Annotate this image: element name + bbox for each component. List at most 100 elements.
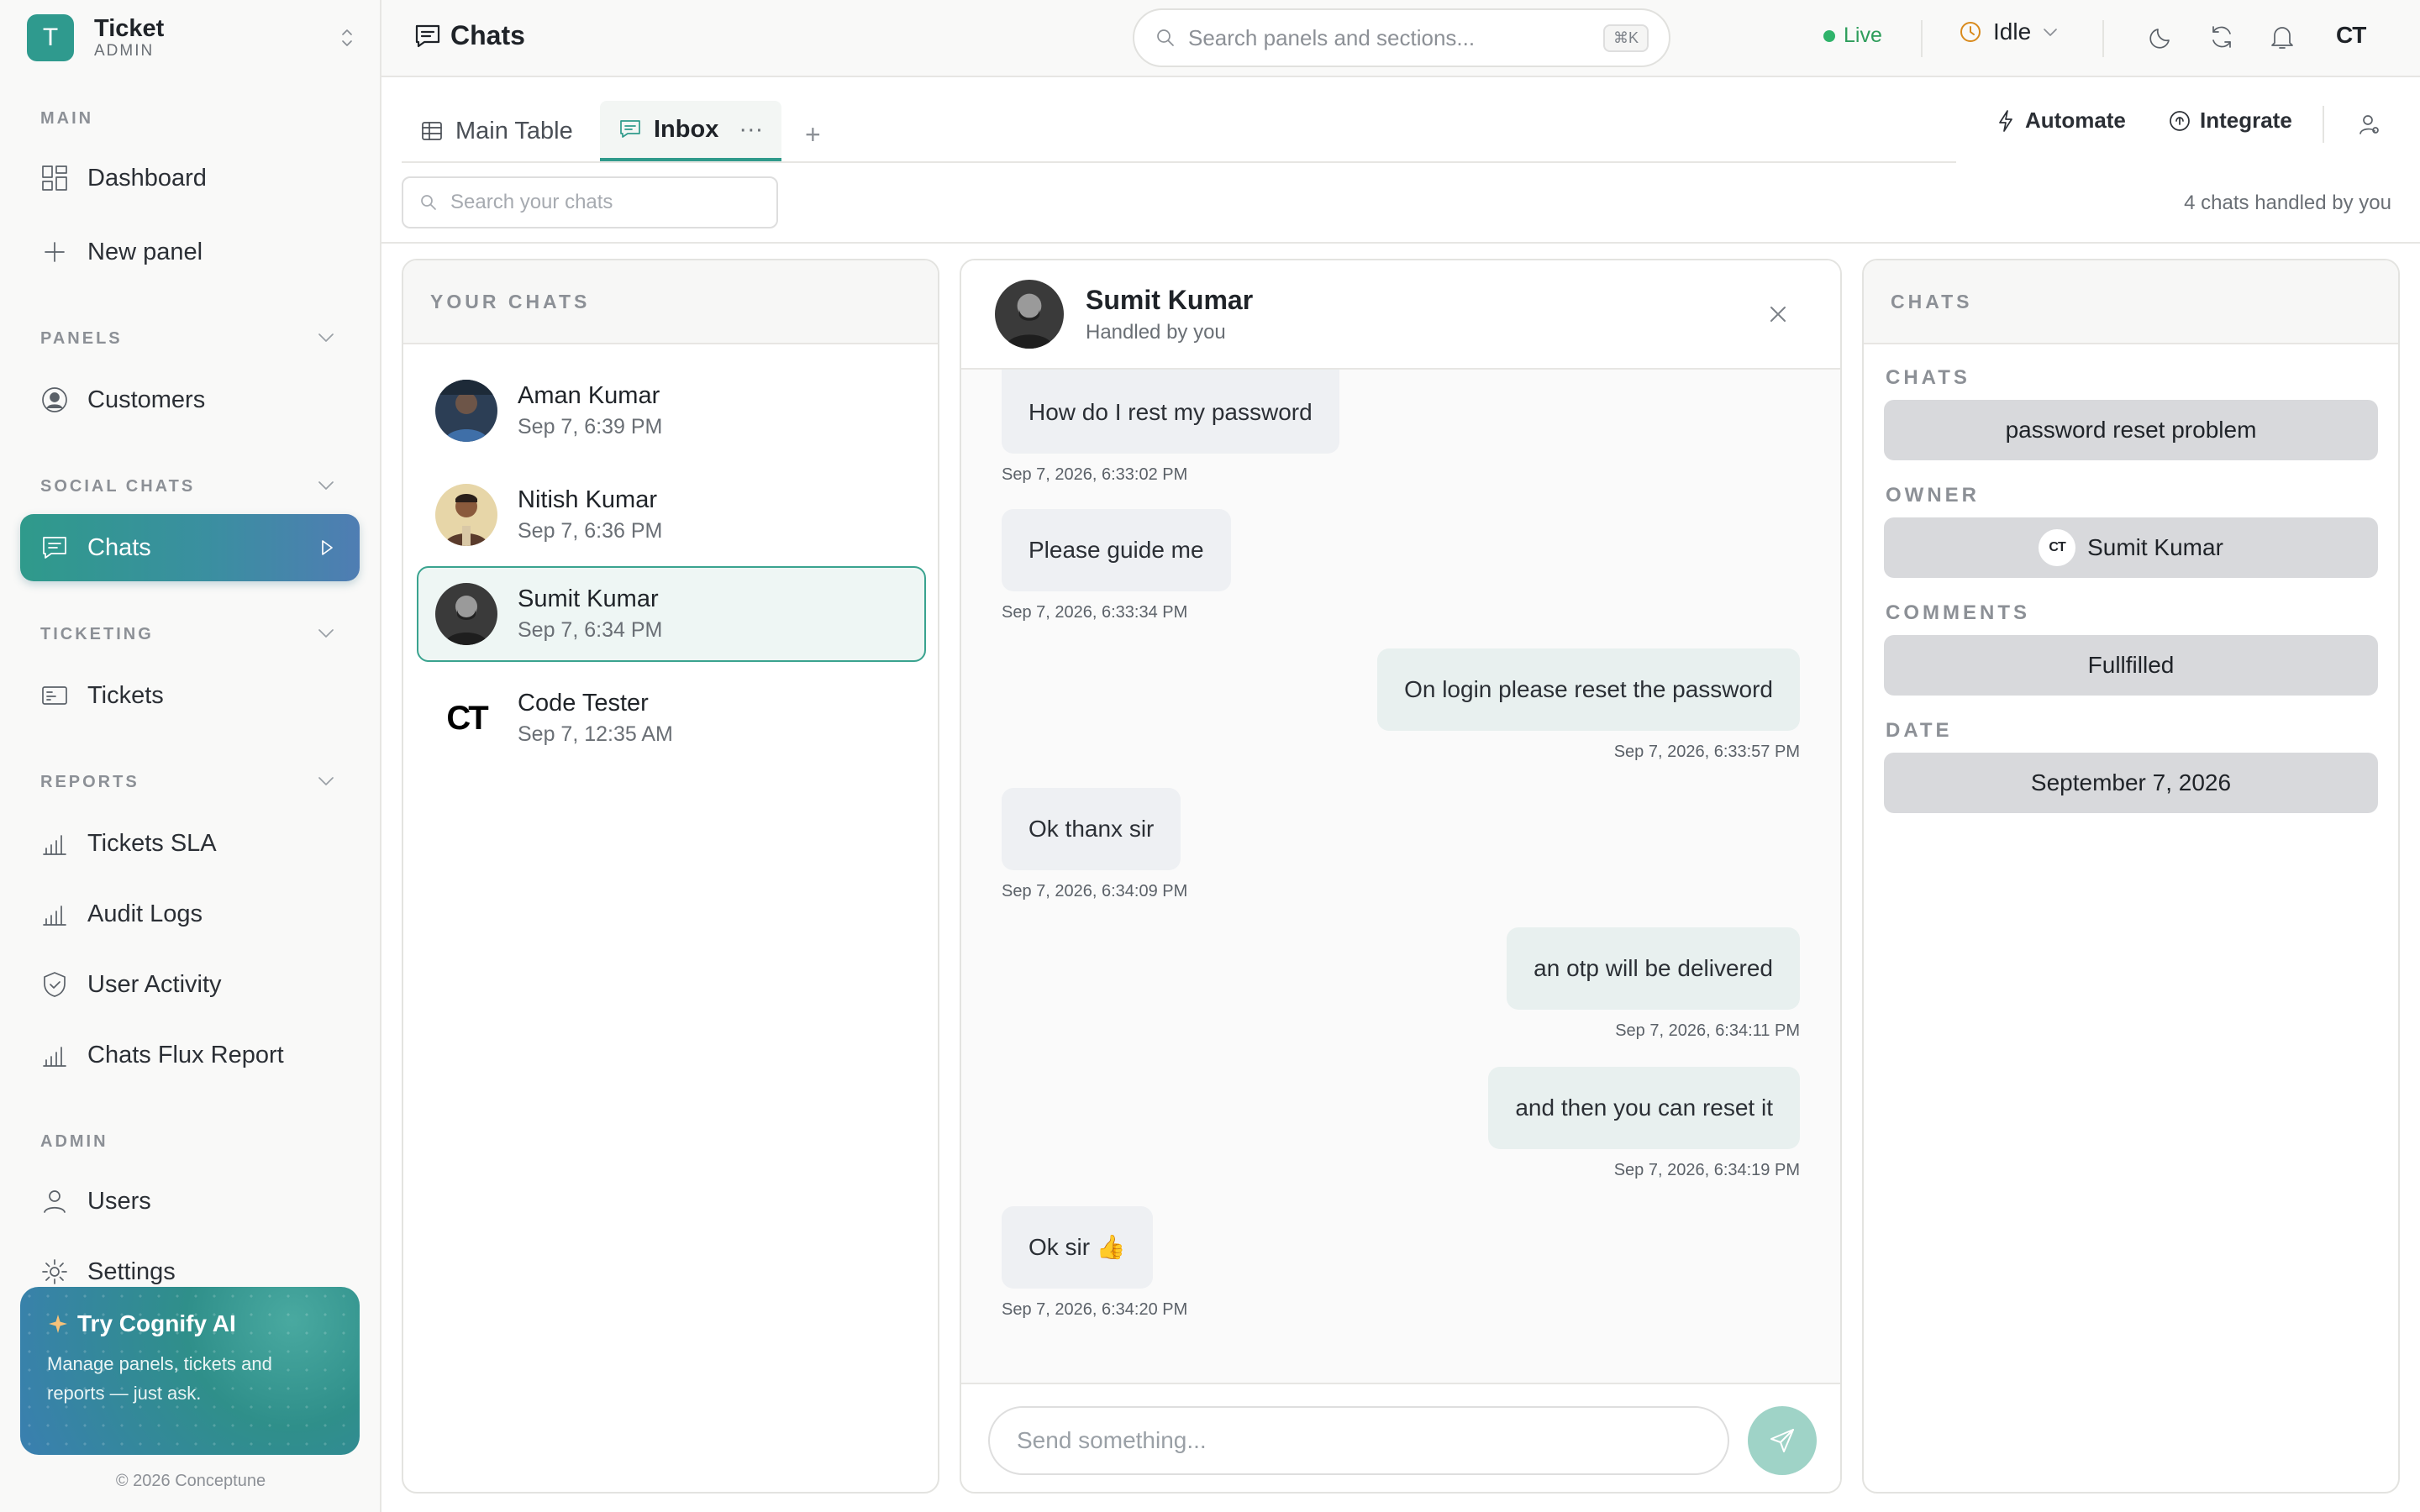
shortcut-badge: ⌘K (1602, 24, 1649, 52)
chat-time: Sep 7, 6:39 PM (518, 415, 663, 438)
chat-time: Sep 7, 6:36 PM (518, 519, 663, 543)
sidebar-item-label: New panel (87, 238, 203, 265)
play-icon (319, 538, 334, 557)
moon-icon[interactable] (2146, 22, 2176, 52)
dashboard-icon (39, 162, 71, 194)
chevron-down-icon[interactable] (316, 329, 336, 346)
chevron-down-icon[interactable] (316, 625, 336, 642)
promo-title: Try Cognify AI (77, 1310, 236, 1336)
page-title: Chats (450, 20, 525, 50)
chat-list-item[interactable]: Aman Kumar Sep 7, 6:39 PM (417, 363, 926, 459)
message-outgoing: and then you can reset it Sep 7, 2026, 6… (1488, 1067, 1800, 1180)
panel-title: YOUR CHATS (403, 260, 938, 344)
section-reports: REPORTS (40, 773, 139, 791)
global-search[interactable]: Search panels and sections... ⌘K (1133, 8, 1670, 67)
conversation-panel: Sumit Kumar Handled by you How do I rest… (960, 259, 1842, 1494)
message-input[interactable] (988, 1406, 1729, 1475)
message-time: Sep 7, 2026, 6:33:02 PM (1002, 465, 1188, 484)
add-tab-button[interactable]: + (805, 119, 821, 150)
message-bubble: and then you can reset it (1488, 1067, 1800, 1149)
sidebar-item-users[interactable]: Users (20, 1168, 360, 1235)
live-indicator: Live (1823, 24, 1882, 48)
field-label: COMMENTS (1886, 601, 2030, 624)
handled-count: 4 chats handled by you (2184, 192, 2391, 214)
chevron-down-icon[interactable] (316, 477, 336, 494)
chevron-up-down-icon[interactable] (338, 27, 356, 49)
user-avatar[interactable]: CT (2336, 22, 2366, 49)
message-time: Sep 7, 2026, 6:33:34 PM (1002, 603, 1188, 622)
send-button[interactable] (1748, 1406, 1817, 1475)
send-icon (1768, 1426, 1797, 1455)
message-list: How do I rest my password Sep 7, 2026, 6… (961, 370, 1840, 1388)
sidebar-item-audit-logs[interactable]: Audit Logs (20, 880, 360, 948)
message-incoming: Please guide me Sep 7, 2026, 6:33:34 PM (1002, 509, 1231, 622)
sidebar-item-label: Audit Logs (87, 900, 203, 927)
user-settings-icon[interactable] (2358, 113, 2381, 136)
sidebar-item-tickets-sla[interactable]: Tickets SLA (20, 810, 360, 877)
bar-chart-icon (39, 898, 71, 930)
close-icon[interactable] (1766, 302, 1790, 326)
chat-icon (413, 22, 442, 50)
contact-name: Sumit Kumar (1086, 284, 1254, 315)
message-bubble: How do I rest my password (1002, 370, 1339, 454)
sidebar-item-label: Customers (87, 386, 206, 413)
sidebar-item-chats-flux-report[interactable]: Chats Flux Report (20, 1021, 360, 1089)
user-icon (39, 1185, 71, 1217)
chat-list-item[interactable]: Nitish Kumar Sep 7, 6:36 PM (417, 467, 926, 563)
search-placeholder: Search panels and sections... (1188, 24, 1476, 50)
tab-inbox[interactable]: Inbox ··· (600, 101, 782, 161)
bar-chart-icon (39, 827, 71, 859)
chevron-down-icon (2041, 24, 2060, 40)
field-label: DATE (1886, 719, 1953, 742)
details-panel: CHATS CHATS password reset problem OWNER… (1862, 259, 2400, 1494)
contact-subtitle: Handled by you (1086, 320, 1226, 344)
sidebar-item-new-panel[interactable]: New panel (20, 218, 360, 286)
sidebar-item-tickets[interactable]: Tickets (20, 662, 360, 729)
avatar (995, 280, 1064, 349)
chat-icon (618, 118, 642, 141)
message-bubble: an otp will be delivered (1507, 927, 1800, 1010)
search-icon (418, 192, 439, 213)
divider (1921, 20, 1923, 57)
avatar (435, 380, 497, 442)
ai-promo-card[interactable]: Try Cognify AI Manage panels, tickets an… (20, 1287, 360, 1455)
status-dropdown[interactable]: Idle (1958, 18, 2060, 45)
gear-icon (39, 1256, 71, 1288)
table-icon (420, 119, 444, 143)
brand-logo: T (27, 14, 74, 61)
ticket-icon (39, 680, 71, 711)
sidebar-item-customers[interactable]: Customers (20, 366, 360, 433)
section-social-chats: SOCIAL CHATS (40, 477, 196, 496)
chat-list-item[interactable]: CT Code Tester Sep 7, 12:35 AM (417, 670, 926, 766)
avatar: CT (435, 687, 497, 749)
refresh-icon[interactable] (2207, 22, 2237, 52)
chat-name: Sumit Kumar (518, 585, 659, 612)
automate-label: Automate (2025, 108, 2126, 133)
chat-icon (39, 532, 71, 564)
workspace-switcher[interactable]: T Ticket ADMIN (27, 13, 356, 62)
sidebar-item-label: Tickets (87, 681, 164, 709)
panel-title: CHATS (1864, 260, 2398, 344)
integrate-button[interactable]: Integrate (2168, 108, 2292, 134)
chevron-down-icon[interactable] (316, 773, 336, 790)
avatar (435, 484, 497, 546)
tab-more-button[interactable]: ··· (739, 116, 763, 144)
sidebar-item-dashboard[interactable]: Dashboard (20, 144, 360, 212)
bell-icon[interactable] (2267, 22, 2297, 52)
message-bubble: Ok thanx sir (1002, 788, 1181, 870)
tab-main-table[interactable]: Main Table (402, 101, 592, 161)
message-bubble: On login please reset the password (1377, 648, 1800, 731)
sidebar-item-label: User Activity (87, 970, 222, 998)
chat-search-input[interactable]: Search your chats (402, 176, 778, 228)
chat-list-item-selected[interactable]: Sumit Kumar Sep 7, 6:34 PM (417, 566, 926, 662)
clock-icon (1958, 19, 1983, 45)
sparkle-icon (47, 1313, 69, 1335)
automate-button[interactable]: Automate (1995, 108, 2126, 134)
integrate-icon (2168, 109, 2191, 133)
live-dot (1823, 29, 1835, 42)
integrate-label: Integrate (2200, 108, 2292, 133)
sidebar-item-user-activity[interactable]: User Activity (20, 951, 360, 1018)
plus-icon (39, 236, 71, 268)
sidebar-item-chats[interactable]: Chats (20, 514, 360, 581)
promo-text: Manage panels, tickets and reports — jus… (47, 1353, 272, 1404)
